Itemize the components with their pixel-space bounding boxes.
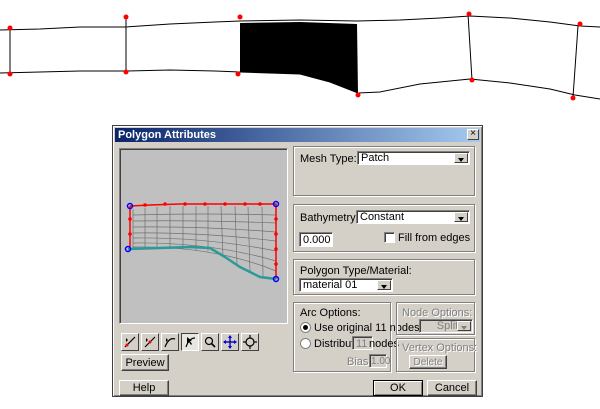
distribute-radio[interactable] <box>300 338 311 349</box>
chevron-down-icon[interactable] <box>454 153 468 163</box>
ok-button[interactable]: OK <box>373 380 423 396</box>
dialog-titlebar[interactable]: Polygon Attributes <box>115 128 480 142</box>
chevron-down-icon[interactable] <box>457 321 471 331</box>
use-original-radio[interactable] <box>300 322 311 333</box>
map-canvas[interactable] <box>0 0 600 110</box>
refine-arc-tool[interactable] <box>161 333 179 351</box>
delete-vertex-button[interactable]: Delete <box>409 355 447 369</box>
elevation-input[interactable]: 0.000 <box>299 232 333 247</box>
arc-bottom[interactable] <box>0 69 600 100</box>
selected-polygon[interactable] <box>240 22 358 93</box>
help-button[interactable]: Help <box>119 380 169 396</box>
mesh-type-select[interactable]: Patch <box>357 151 470 165</box>
material-select[interactable]: material 01 <box>299 278 393 292</box>
close-button[interactable]: × <box>467 129 479 140</box>
fill-from-edges-label: Fill from edges <box>398 232 471 244</box>
polygon-type-label: Polygon Type/Material: <box>300 265 412 277</box>
refine-arc-icon <box>164 338 176 348</box>
select-arc-icon <box>124 336 136 348</box>
bias-label: Bias: <box>347 356 372 368</box>
chevron-down-icon[interactable] <box>454 212 468 222</box>
node-options-select[interactable]: Split <box>419 319 473 333</box>
node-options-label: Node Options: <box>402 307 473 319</box>
frame-tool[interactable] <box>241 333 259 351</box>
pan-icon <box>223 335 237 349</box>
close-icon: × <box>470 128 476 139</box>
mesh-preview-pane[interactable] <box>119 148 288 324</box>
polygon-attributes-dialog: Polygon Attributes × Preview Mesh Type: … <box>112 125 483 397</box>
arc-options-label: Arc Options: <box>300 307 361 319</box>
select-arc-tool[interactable] <box>121 333 139 351</box>
fill-from-edges-checkbox[interactable] <box>384 232 395 243</box>
frame-icon <box>243 335 257 349</box>
bias-input[interactable]: 1.00 <box>369 354 390 368</box>
select-point-icon <box>185 337 196 348</box>
nodes-label: nodes <box>369 338 399 350</box>
dialog-title: Polygon Attributes <box>118 129 216 141</box>
select-point-tool[interactable] <box>181 333 199 351</box>
preview-button[interactable]: Preview <box>121 354 169 371</box>
bathymetry-type-select[interactable]: Constant <box>356 210 470 224</box>
vertex-options-label: Vertex Options: <box>402 342 478 354</box>
chevron-down-icon[interactable] <box>377 280 391 290</box>
zoom-icon <box>204 336 216 348</box>
cancel-button[interactable]: Cancel <box>427 380 477 396</box>
zoom-tool[interactable] <box>201 333 219 351</box>
mesh-type-label: Mesh Type: <box>300 153 357 165</box>
split-arc-icon <box>144 336 156 348</box>
pan-tool[interactable] <box>221 333 239 351</box>
split-arc-tool[interactable] <box>141 333 159 351</box>
